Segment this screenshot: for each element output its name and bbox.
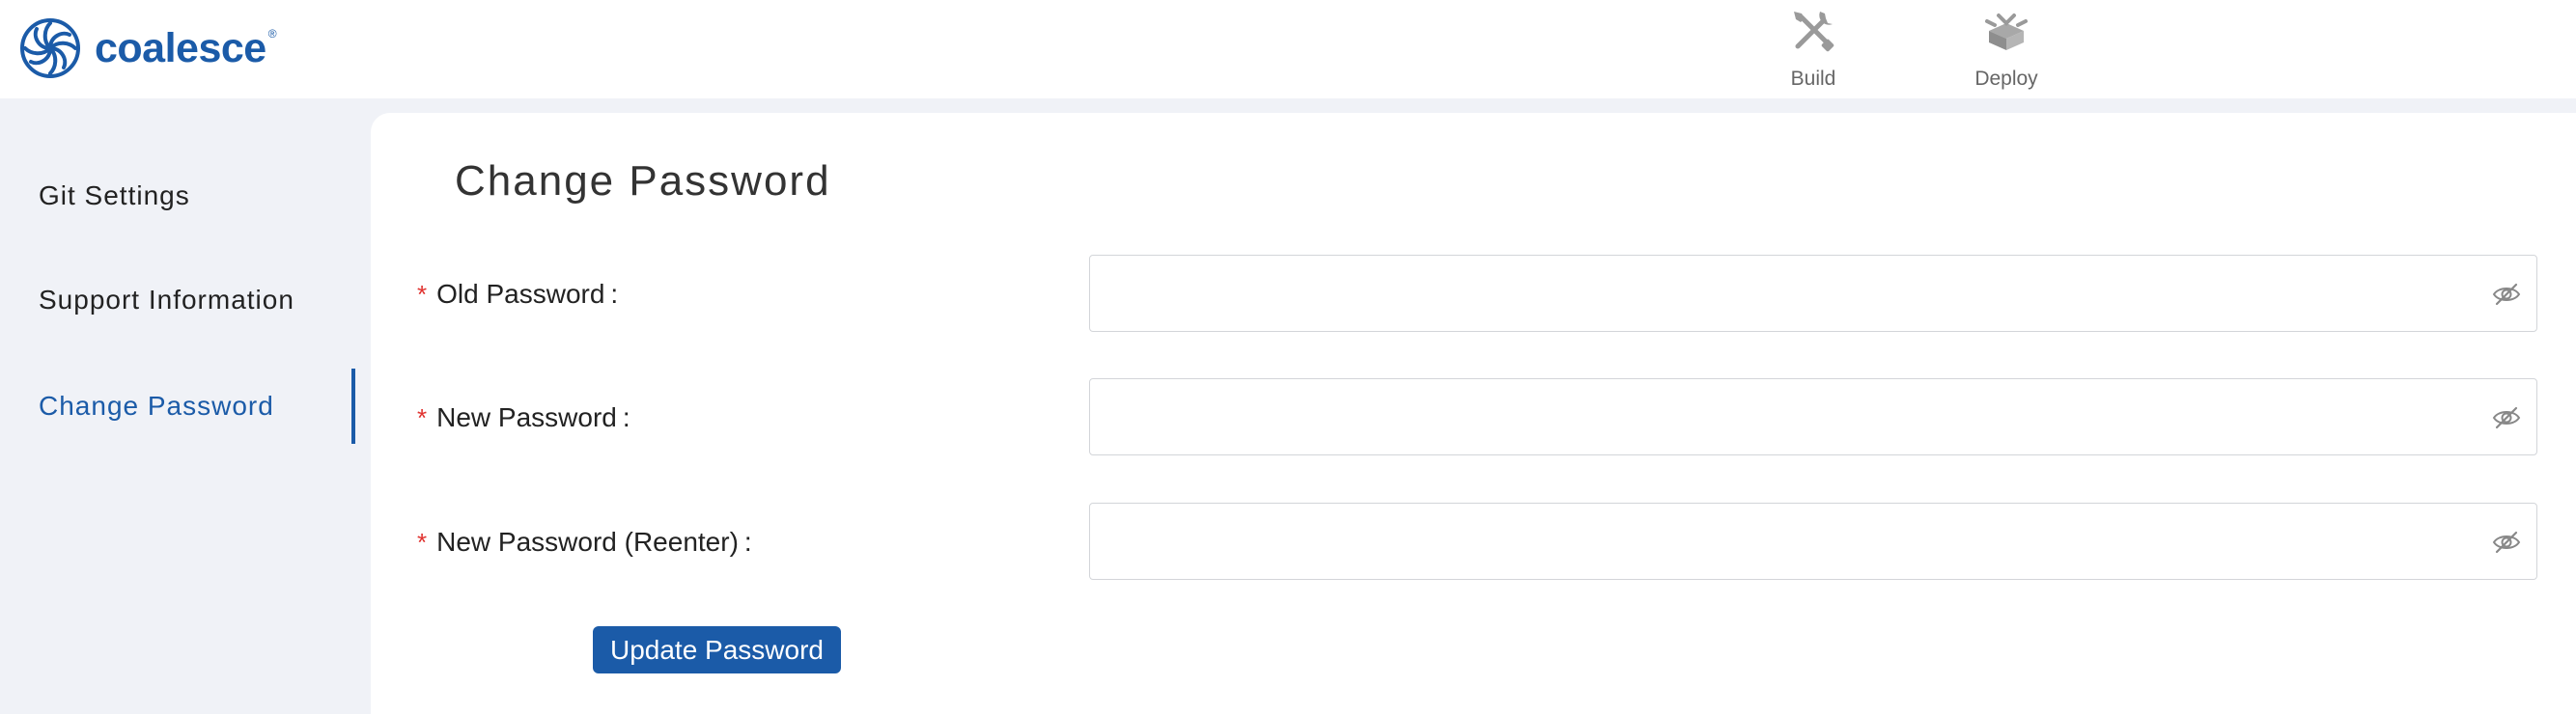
reenter-password-input[interactable]	[1090, 504, 2461, 577]
required-marker: *	[417, 527, 428, 557]
eye-hidden-icon[interactable]	[2492, 404, 2521, 431]
reenter-password-row: * New Password (Reenter) :	[371, 503, 2576, 582]
old-password-input[interactable]	[1090, 256, 2461, 329]
label-colon: :	[622, 402, 630, 432]
old-password-label: * Old Password :	[417, 255, 618, 334]
new-password-input[interactable]	[1090, 379, 2461, 453]
deploy-icon	[1985, 14, 2028, 50]
nav-deploy-label: Deploy	[1974, 68, 2038, 90]
required-marker: *	[417, 279, 428, 309]
settings-sidebar: Git Settings Support Information Change …	[0, 98, 359, 714]
new-password-label: * New Password :	[417, 378, 630, 457]
label-colon: :	[743, 527, 752, 557]
coalesce-logo-icon	[20, 18, 80, 78]
sidebar-item-change-password[interactable]: Change Password	[0, 369, 355, 444]
nav-build-label: Build	[1790, 68, 1836, 90]
top-bar: coalesce ® Build Deploy	[0, 0, 2576, 98]
change-password-panel: Change Password * Old Password : * New P…	[371, 113, 2576, 714]
sidebar-item-git-settings[interactable]: Git Settings	[0, 158, 355, 233]
tools-icon	[1794, 12, 1834, 52]
label-colon: :	[610, 279, 619, 309]
brand-logo[interactable]: coalesce ®	[19, 17, 277, 79]
new-password-field[interactable]	[1089, 378, 2537, 455]
nav-build[interactable]: Build	[1746, 6, 1881, 95]
new-password-label-text: New Password	[436, 402, 617, 432]
old-password-row: * Old Password :	[371, 255, 2576, 334]
sidebar-item-support-information[interactable]: Support Information	[0, 262, 355, 338]
eye-hidden-icon[interactable]	[2492, 281, 2521, 308]
new-password-row: * New Password :	[371, 378, 2576, 457]
brand-name: coalesce	[95, 24, 266, 71]
page-title: Change Password	[455, 157, 831, 205]
brand-registered-mark: ®	[267, 27, 277, 41]
reenter-password-label-text: New Password (Reenter)	[436, 527, 739, 557]
nav-deploy[interactable]: Deploy	[1939, 6, 2074, 95]
old-password-field[interactable]	[1089, 255, 2537, 332]
reenter-password-field[interactable]	[1089, 503, 2537, 580]
update-password-button[interactable]: Update Password	[593, 626, 841, 673]
required-marker: *	[417, 402, 428, 432]
eye-hidden-icon[interactable]	[2492, 529, 2521, 556]
old-password-label-text: Old Password	[436, 279, 605, 309]
reenter-password-label: * New Password (Reenter) :	[417, 503, 752, 582]
